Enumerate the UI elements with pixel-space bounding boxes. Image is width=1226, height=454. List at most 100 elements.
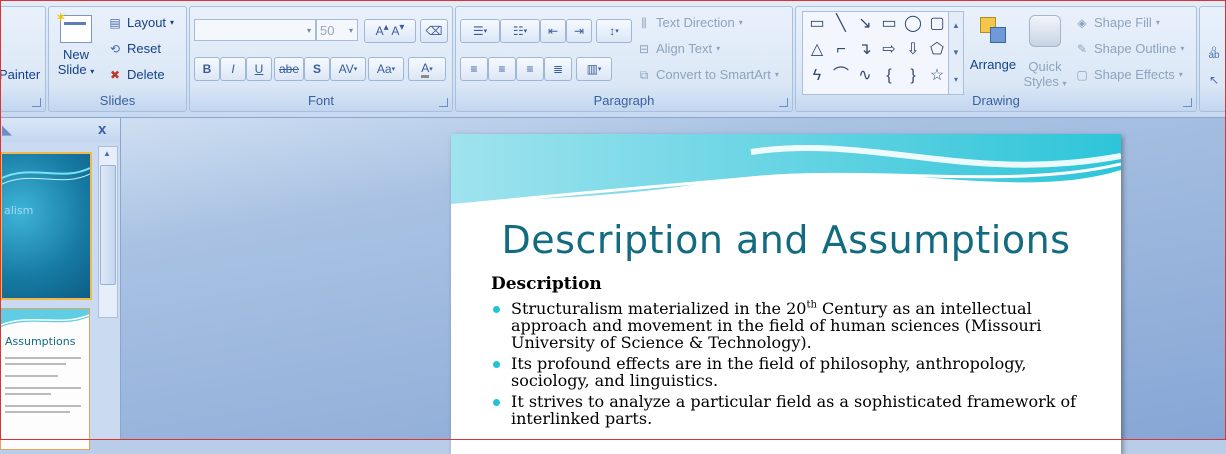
line-shape-icon[interactable]: ╲ — [831, 14, 851, 34]
bullet-text: Its profound effects are in the field of… — [511, 354, 1027, 390]
reset-button[interactable]: ⟲ Reset — [107, 41, 161, 56]
columns-button[interactable]: ▥ ▾ — [576, 57, 612, 81]
pentagon-shape-icon[interactable]: ⬠ — [927, 40, 947, 60]
text-shadow-button[interactable]: S — [304, 57, 330, 81]
numbering-button[interactable]: ☷ ▾ — [500, 19, 540, 43]
grow-shrink-font-button[interactable]: A▴ A▾ — [364, 19, 416, 43]
star-shape-icon[interactable]: ☆ — [927, 66, 947, 86]
new-slide-label-1: New — [62, 47, 89, 62]
slides-panel-header: ◣ x — [0, 118, 120, 142]
font-name-field[interactable]: ▾ — [194, 19, 316, 41]
character-spacing-button[interactable]: AV ▾ — [330, 57, 366, 81]
superscript-text: th — [806, 299, 817, 311]
triangle-shape-icon[interactable]: △ — [807, 40, 827, 60]
right-arrow-shape-icon[interactable]: ⇨ — [879, 40, 899, 60]
clipboard-dialog-launcher-icon[interactable] — [32, 98, 41, 107]
align-left-icon: ≡ — [470, 62, 478, 76]
slide-bullet-list[interactable]: Structuralism materialized in the 20th C… — [491, 300, 1081, 431]
text-box-shape-icon[interactable]: ▭ — [807, 14, 827, 34]
pencil-icon: ✎ — [1076, 41, 1088, 56]
shape-outline-button[interactable]: ✎ Shape Outline ▾ — [1074, 41, 1184, 56]
thumbnail-text-lines — [5, 353, 81, 417]
justify-button[interactable]: ≣ — [544, 57, 572, 81]
replace-icon[interactable]: ab — [1206, 49, 1222, 63]
drawing-dialog-launcher-icon[interactable] — [1183, 98, 1192, 107]
font-dialog-launcher-icon[interactable] — [439, 98, 448, 107]
shape-fill-button[interactable]: ◈ Shape Fill ▾ — [1074, 15, 1159, 30]
slide-subheading[interactable]: Description — [491, 274, 602, 294]
shape-fill-label: Shape Fill — [1094, 15, 1152, 30]
convert-smartart-button[interactable]: ⧉ Convert to SmartArt ▾ — [636, 67, 779, 82]
format-painter-button[interactable]: Painter — [0, 67, 40, 82]
increase-indent-button[interactable]: ⇥ — [566, 19, 592, 43]
arrange-button[interactable]: Arrange — [968, 15, 1018, 72]
ribbon: Painter ✶ New Slide ▾ ▤ Layout ▾ ⟲ Reset… — [0, 0, 1226, 118]
quick-styles-button[interactable]: Quick Styles ▾ — [1020, 15, 1070, 89]
font-size-field[interactable]: 50 ▾ — [316, 19, 358, 41]
select-cursor-icon[interactable]: ↖ — [1206, 73, 1222, 87]
justify-icon: ≣ — [552, 62, 564, 76]
outline-tab-icon[interactable]: ◣ — [2, 122, 12, 138]
quick-styles-label-2: Styles — [1023, 74, 1059, 89]
line-spacing-button[interactable]: ↕ ▾ — [596, 19, 632, 43]
align-center-button[interactable]: ≡ — [488, 57, 516, 81]
arrange-label: Arrange — [969, 57, 1017, 72]
rectangle-shape-icon[interactable]: ▭ — [879, 14, 899, 34]
text-direction-button[interactable]: ⫼ Text Direction ▾ — [636, 15, 743, 30]
rounded-rectangle-shape-icon[interactable]: ▢ — [927, 14, 947, 34]
current-slide[interactable]: Description and Assumptions Description … — [451, 134, 1121, 454]
chevron-up-icon[interactable]: ▲ — [949, 12, 963, 39]
align-center-icon: ≡ — [498, 62, 506, 76]
bullets-button[interactable]: ☰ ▾ — [460, 19, 500, 43]
chevron-down-icon: ▾ — [1178, 70, 1183, 79]
reset-label: Reset — [127, 41, 161, 56]
chevron-down-icon: ▾ — [738, 18, 743, 27]
delete-button[interactable]: ✖ Delete — [107, 67, 165, 82]
chevron-down-icon: ▾ — [306, 25, 311, 35]
chevron-down-icon: ▾ — [615, 28, 619, 35]
change-case-button[interactable]: Aa ▾ — [368, 57, 404, 81]
font-color-label: A — [421, 61, 430, 78]
align-text-button[interactable]: ⊟ Align Text ▾ — [636, 41, 720, 56]
clear-formatting-button[interactable]: ⌫ — [420, 19, 448, 43]
arc-shape-icon[interactable]: ⌒ — [831, 66, 851, 86]
chevron-down-icon[interactable]: ▼ — [949, 39, 963, 66]
left-brace-shape-icon[interactable]: { — [879, 66, 899, 86]
shape-effects-label: Shape Effects — [1094, 67, 1175, 82]
slide-thumbnail-2[interactable]: Assumptions — [0, 308, 90, 450]
font-color-button[interactable]: A ▾ — [408, 57, 446, 81]
down-arrow-shape-icon[interactable]: ⇩ — [903, 40, 923, 60]
new-slide-button[interactable]: ✶ New Slide ▾ — [55, 9, 97, 77]
slides-panel-scrollbar[interactable]: ▲ — [98, 146, 118, 318]
paragraph-dialog-launcher-icon[interactable] — [779, 98, 788, 107]
strikethrough-button[interactable]: abe — [274, 57, 304, 81]
align-left-button[interactable]: ≡ — [460, 57, 488, 81]
gallery-more-icon[interactable]: ▾ — [949, 66, 963, 93]
freeform-shape-icon[interactable]: ϟ — [807, 66, 827, 86]
drawing-group-label: Drawing — [972, 93, 1020, 108]
bold-button[interactable]: B — [194, 57, 220, 81]
text-direction-label: Text Direction — [656, 15, 735, 30]
decrease-indent-button[interactable]: ⇤ — [540, 19, 566, 43]
close-panel-icon[interactable]: x — [98, 121, 106, 138]
elbow-arrow-shape-icon[interactable]: ↴ — [855, 40, 875, 60]
right-brace-shape-icon[interactable]: } — [903, 66, 923, 86]
quick-styles-icon — [1029, 15, 1061, 47]
curve-shape-icon[interactable]: ∿ — [855, 66, 875, 86]
scrollbar-thumb[interactable] — [100, 165, 116, 285]
elbow-connector-shape-icon[interactable]: ⌐ — [831, 40, 851, 60]
arrow-line-shape-icon[interactable]: ↘ — [855, 14, 875, 34]
shape-effects-button[interactable]: ▢ Shape Effects ▾ — [1074, 67, 1183, 82]
format-painter-label: Painter — [0, 67, 41, 82]
slide-title[interactable]: Description and Assumptions — [451, 218, 1121, 262]
layout-button[interactable]: ▤ Layout ▾ — [107, 15, 174, 30]
oval-shape-icon[interactable]: ◯ — [903, 14, 923, 34]
scroll-up-icon[interactable]: ▲ — [103, 149, 111, 158]
slide-thumbnail-1[interactable]: alism — [0, 152, 92, 300]
shapes-gallery-scroll[interactable]: ▲ ▼ ▾ — [948, 12, 963, 94]
italic-button[interactable]: I — [220, 57, 246, 81]
underline-button[interactable]: U — [246, 57, 272, 81]
thumbnail-wave-graphic — [2, 167, 90, 185]
align-right-button[interactable]: ≡ — [516, 57, 544, 81]
paragraph-group: ☰ ▾ ☷ ▾ ⇤ ⇥ ↕ ▾ ≡ ≡ ≡ ≣ ▥ ▾ ⫼ Text Direction… — [455, 6, 793, 112]
